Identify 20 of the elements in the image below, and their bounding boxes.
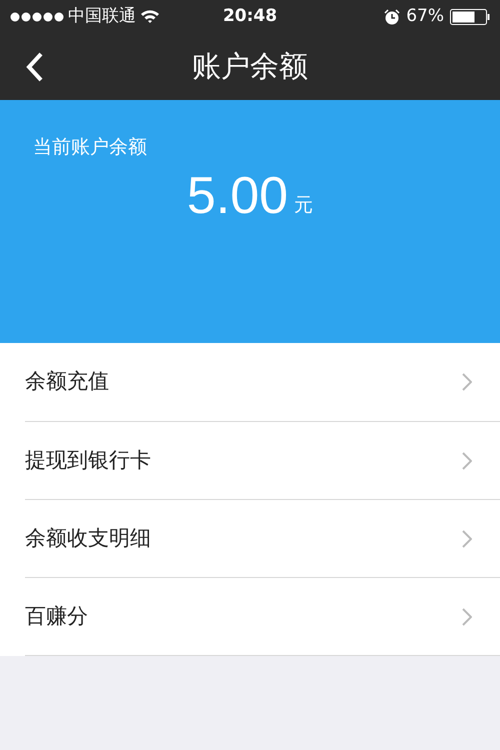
battery-icon: [450, 8, 490, 24]
chevron-icon: [462, 373, 472, 391]
battery-percent: 67%: [406, 4, 444, 28]
balance-unit: 元: [294, 193, 314, 218]
back-icon: [26, 52, 44, 82]
chevron-icon: [462, 452, 472, 470]
page-title: 账户余额: [192, 48, 308, 85]
balance-label: 当前账户余额: [33, 135, 148, 160]
menu-item[interactable]: 余额充值: [25, 343, 500, 421]
status-time: 20:48: [222, 4, 278, 28]
chevron-icon: [462, 530, 472, 548]
chevron-icon: [462, 608, 472, 626]
wifi-icon: [140, 9, 160, 24]
alarm-icon: [384, 8, 400, 24]
menu-item[interactable]: 提现到银行卡: [25, 421, 500, 499]
menu-item[interactable]: 百赚分: [25, 577, 500, 655]
balance-amount: 5.00: [186, 170, 288, 222]
carrier-name: 中国联通: [68, 4, 136, 28]
signal-icon: [10, 12, 64, 22]
menu-item[interactable]: 余额收支明细: [25, 499, 500, 577]
